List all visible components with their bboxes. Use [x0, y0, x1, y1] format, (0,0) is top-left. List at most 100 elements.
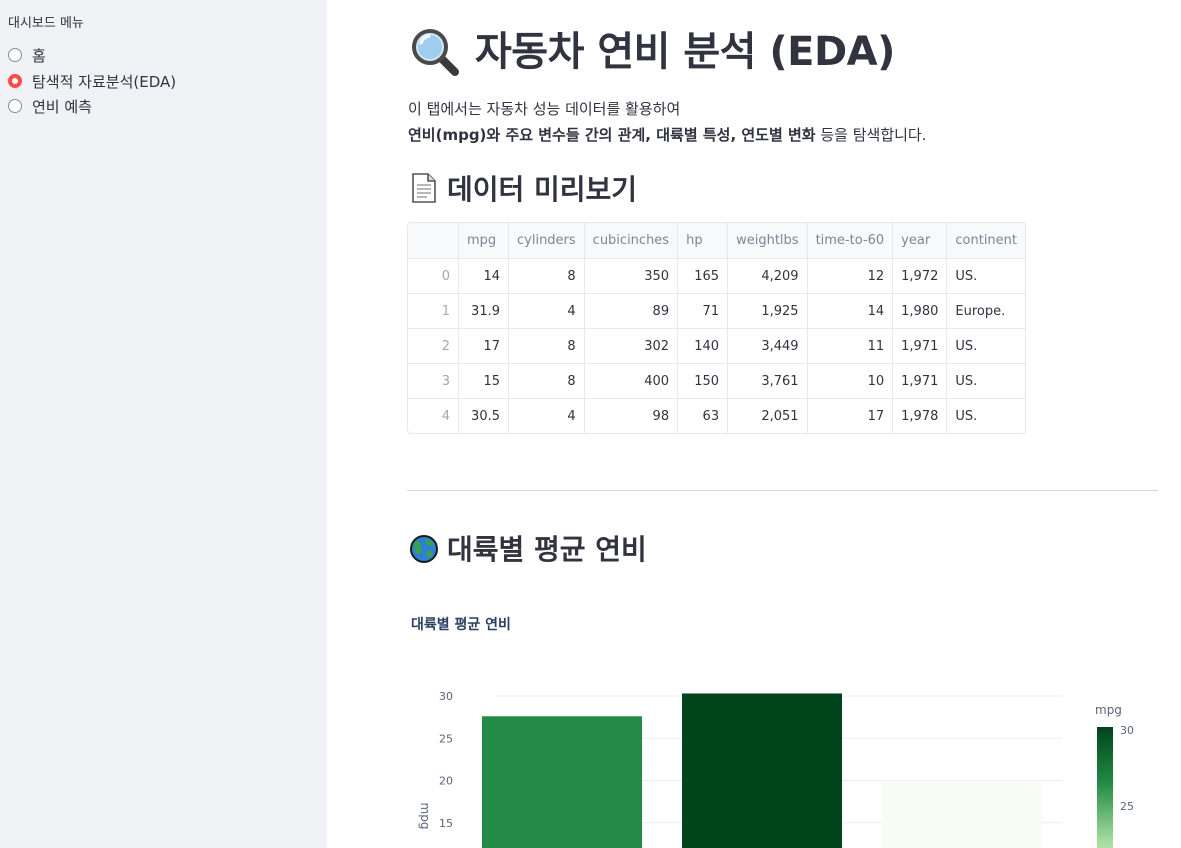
- table-cell[interactable]: 30.5: [458, 398, 509, 433]
- table-cell[interactable]: 71: [677, 293, 729, 329]
- table-cell[interactable]: 3,449: [727, 328, 808, 364]
- page-title: 자동차 연비 분석 (EDA): [409, 24, 895, 80]
- intro-bold: 연비(mpg)와 주요 변수들 간의 관계, 대륙별 특성, 연도별 변화: [408, 126, 816, 144]
- table-header-row: mpg cylinders cubicinches hp weightlbs t…: [408, 223, 1025, 259]
- bar[interactable]: [482, 716, 642, 848]
- radio-option-eda[interactable]: 탐색적 자료분석(EDA): [8, 70, 176, 92]
- y-tick-label: 25: [439, 732, 453, 745]
- column-header[interactable]: year: [892, 223, 948, 259]
- magnifying-glass-icon: [412, 29, 459, 76]
- row-index-cell[interactable]: 0: [408, 258, 459, 294]
- table-cell[interactable]: 1,978: [892, 398, 948, 433]
- colorbar: [1097, 727, 1113, 848]
- chart-title: 대륙별 평균 연비: [411, 617, 511, 633]
- row-index-cell[interactable]: 2: [408, 328, 459, 364]
- table-cell[interactable]: 1,971: [892, 363, 948, 399]
- intro-line-1: 이 탭에서는 자동차 성능 데이터를 활용하여: [408, 100, 681, 118]
- bar-chart[interactable]: 15 20 25 30 mpg mpg 30 25: [407, 670, 1167, 848]
- table-cell[interactable]: 1,971: [892, 328, 948, 364]
- radio-label: 연비 예측: [32, 97, 92, 116]
- page-title-text: 자동차 연비 분석 (EDA): [475, 29, 895, 75]
- table-row: 0 14 8 350 165 4,209 12 1,972 US.: [408, 258, 1025, 294]
- divider: [407, 490, 1158, 491]
- colorbar-tick-label: 25: [1120, 800, 1134, 813]
- table-row: 3 15 8 400 150 3,761 10 1,971 US.: [408, 363, 1025, 399]
- table-cell[interactable]: 63: [677, 398, 729, 433]
- table-cell[interactable]: 3,761: [727, 363, 808, 399]
- column-header[interactable]: time-to-60: [807, 223, 894, 259]
- table-cell[interactable]: 98: [584, 398, 679, 433]
- sidebar: 대시보드 메뉴 홈 탐색적 자료분석(EDA) 연비 예측: [0, 0, 327, 848]
- row-index-cell[interactable]: 3: [408, 363, 459, 399]
- continent-heading: 대륙별 평균 연비: [409, 528, 647, 568]
- y-tick-label: 15: [439, 817, 453, 830]
- radio-option-home[interactable]: 홈: [8, 44, 46, 66]
- column-header[interactable]: weightlbs: [727, 223, 808, 259]
- main-content: 자동차 연비 분석 (EDA) 이 탭에서는 자동차 성능 데이터를 활용하여 …: [327, 0, 1181, 848]
- continent-heading-text: 대륙별 평균 연비: [447, 533, 647, 566]
- y-axis-label: mpg: [418, 803, 432, 830]
- sidebar-title: 대시보드 메뉴: [8, 16, 84, 31]
- radio-button[interactable]: [8, 48, 22, 62]
- table-cell[interactable]: 302: [584, 328, 679, 364]
- table-cell[interactable]: 8: [508, 363, 585, 399]
- table-cell[interactable]: 14: [807, 293, 894, 329]
- table-cell[interactable]: US.: [946, 363, 1025, 399]
- preview-heading-text: 데이터 미리보기: [447, 173, 638, 206]
- radio-button-selected[interactable]: [8, 74, 22, 88]
- column-header[interactable]: cubicinches: [584, 223, 679, 259]
- row-index-cell[interactable]: 4: [408, 398, 459, 433]
- data-table[interactable]: mpg cylinders cubicinches hp weightlbs t…: [407, 222, 1026, 434]
- column-header[interactable]: hp: [677, 223, 729, 259]
- table-cell[interactable]: 1,980: [892, 293, 948, 329]
- bar[interactable]: [682, 693, 842, 848]
- column-header[interactable]: continent: [946, 223, 1025, 259]
- table-cell[interactable]: 8: [508, 258, 585, 294]
- row-index-cell[interactable]: 1: [408, 293, 459, 329]
- table-cell[interactable]: US.: [946, 328, 1025, 364]
- bar[interactable]: [882, 782, 1042, 848]
- table-row: 1 31.9 4 89 71 1,925 14 1,980 Europe.: [408, 293, 1025, 329]
- table-cell[interactable]: 15: [458, 363, 509, 399]
- table-cell[interactable]: 165: [677, 258, 729, 294]
- table-cell[interactable]: 14: [458, 258, 509, 294]
- table-cell[interactable]: 17: [807, 398, 894, 433]
- globe-icon: [410, 535, 438, 563]
- table-cell[interactable]: 140: [677, 328, 729, 364]
- table-cell[interactable]: 10: [807, 363, 894, 399]
- radio-label: 탐색적 자료분석(EDA): [32, 72, 177, 91]
- table-cell[interactable]: 1,972: [892, 258, 948, 294]
- intro-line-2: 연비(mpg)와 주요 변수들 간의 관계, 대륙별 특성, 연도별 변화 등을…: [408, 122, 927, 148]
- column-header[interactable]: [408, 223, 459, 259]
- table-cell[interactable]: 11: [807, 328, 894, 364]
- colorbar-tick-label: 30: [1120, 724, 1134, 737]
- table-cell[interactable]: 4: [508, 398, 585, 433]
- table-cell[interactable]: 400: [584, 363, 679, 399]
- intro-tail: 등을 탐색합니다.: [815, 126, 927, 144]
- y-tick-label: 30: [439, 690, 453, 703]
- radio-button[interactable]: [8, 99, 22, 113]
- column-header[interactable]: cylinders: [508, 223, 585, 259]
- table-row: 2 17 8 302 140 3,449 11 1,971 US.: [408, 328, 1025, 364]
- colorbar-title: mpg: [1095, 703, 1122, 717]
- table-cell[interactable]: 31.9: [458, 293, 509, 329]
- table-cell[interactable]: 12: [807, 258, 894, 294]
- radio-option-predict[interactable]: 연비 예측: [8, 95, 92, 117]
- table-cell[interactable]: 350: [584, 258, 679, 294]
- table-cell[interactable]: 150: [677, 363, 729, 399]
- table-cell[interactable]: 8: [508, 328, 585, 364]
- table-cell[interactable]: 4,209: [727, 258, 808, 294]
- table-cell[interactable]: 89: [584, 293, 679, 329]
- table-cell[interactable]: US.: [947, 399, 1025, 434]
- table-cell[interactable]: 17: [458, 328, 509, 364]
- table-cell[interactable]: 4: [508, 293, 585, 329]
- table-row: 4 30.5 4 98 63 2,051 17 1,978 US.: [408, 398, 1025, 434]
- table-cell[interactable]: 1,925: [727, 293, 808, 329]
- table-cell[interactable]: 2,051: [727, 398, 808, 433]
- radio-label: 홈: [32, 46, 46, 65]
- table-cell[interactable]: US.: [946, 258, 1025, 294]
- table-cell[interactable]: Europe.: [946, 293, 1025, 329]
- column-header[interactable]: mpg: [458, 223, 509, 259]
- preview-heading: 데이터 미리보기: [409, 168, 637, 208]
- document-icon: [412, 173, 436, 203]
